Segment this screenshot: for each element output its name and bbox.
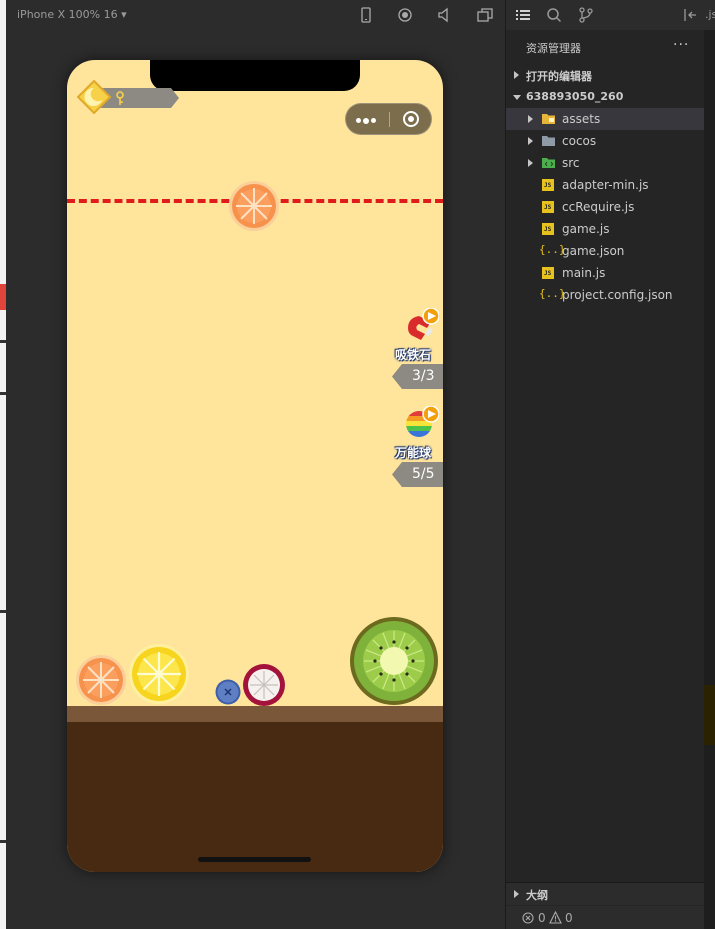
tree-item-label: ccRequire.js — [562, 200, 635, 214]
mangosteen-fruit — [242, 663, 286, 707]
search-icon[interactable] — [546, 7, 562, 23]
home-indicator — [198, 857, 311, 862]
dropping-orange[interactable] — [228, 180, 280, 232]
source-control-icon[interactable] — [578, 7, 594, 23]
tree-item-label: src — [562, 156, 580, 170]
tree-item-label: adapter-min.js — [562, 178, 649, 192]
tree-item-game-js[interactable]: JS game.js — [506, 218, 706, 240]
powerup-count: 3/3 — [412, 368, 435, 384]
tree-item-project-config-json[interactable]: {..} project.config.json — [506, 284, 706, 306]
open-editors-section[interactable]: 打开的编辑器 — [506, 64, 711, 86]
chevron-right-icon — [528, 115, 533, 123]
error-count[interactable]: 0 — [538, 911, 546, 925]
folder-icon — [542, 114, 555, 124]
powerup-count: 5/5 — [412, 466, 435, 482]
section-label: 打开的编辑器 — [526, 70, 592, 83]
powerup-count-badge: 5/5 — [392, 462, 443, 487]
blueberry-fruit — [215, 679, 241, 705]
tree-item-cocos[interactable]: cocos — [506, 130, 706, 152]
magnet-icon — [408, 308, 439, 340]
level-badge[interactable] — [76, 79, 181, 115]
lemon-fruit — [128, 643, 190, 705]
section-label: 638893050_260 — [526, 90, 624, 103]
rainbow-ball-icon — [406, 406, 439, 437]
orange-fruit — [75, 654, 127, 706]
js-file-icon: JS — [542, 179, 554, 191]
powerup-count-badge: 3/3 — [392, 364, 443, 389]
record-icon[interactable] — [396, 6, 414, 24]
folder-icon — [542, 136, 555, 146]
project-section[interactable]: 638893050_260 — [506, 86, 711, 108]
phone-screen[interactable]: 吸铁石 3/3 万能球 5/5 — [67, 60, 443, 872]
chevron-right-icon — [514, 71, 519, 79]
simulator-toolbar: iPhone X 100% 16 ▾ — [6, 0, 505, 30]
close-target-icon[interactable] — [403, 111, 419, 127]
source-folder-icon — [542, 158, 555, 168]
simulator-area: 吸铁石 3/3 万能球 5/5 — [6, 30, 505, 929]
tree-item-src[interactable]: src — [506, 152, 706, 174]
phone-notch — [150, 60, 360, 91]
editor-edge — [704, 30, 715, 929]
device-selector[interactable]: iPhone X 100% 16 ▾ — [17, 8, 127, 21]
tree-item-assets[interactable]: assets — [506, 108, 706, 130]
powerup-name: 万能球 — [395, 446, 432, 460]
tree-item-label: project.config.json — [562, 288, 673, 302]
explorer-panel: .js 资源管理器 ··· 打开的编辑器 638893050_260 asset… — [505, 0, 715, 929]
tree-item-ccrequire-js[interactable]: JS ccRequire.js — [506, 196, 706, 218]
mini-program-capsule — [345, 103, 432, 135]
more-actions-icon[interactable]: ··· — [673, 37, 689, 53]
tree-item-adapter-min-js[interactable]: JS adapter-min.js — [506, 174, 706, 196]
sound-icon[interactable] — [436, 6, 454, 24]
collapse-panel-icon[interactable] — [682, 7, 698, 23]
tree-item-label: game.js — [562, 222, 610, 236]
editor-tab-fragment[interactable]: .js — [705, 8, 715, 21]
tree-item-label: game.json — [562, 244, 625, 258]
warning-count[interactable]: 0 — [565, 911, 573, 925]
powerup-name: 吸铁石 — [395, 348, 432, 362]
chevron-right-icon — [528, 137, 533, 145]
chevron-down-icon — [513, 95, 521, 100]
js-file-icon: JS — [542, 223, 554, 235]
tree-item-game-json[interactable]: {..} game.json — [506, 240, 706, 262]
js-file-icon: JS — [542, 201, 554, 213]
ground — [67, 722, 443, 872]
js-file-icon: JS — [542, 267, 554, 279]
outline-section[interactable]: 大纲 — [506, 882, 705, 905]
tree-item-main-js[interactable]: JS main.js — [506, 262, 706, 284]
section-label: 大纲 — [526, 889, 548, 902]
ground-edge — [67, 706, 443, 722]
chevron-right-icon — [528, 159, 533, 167]
error-icon[interactable] — [522, 912, 534, 924]
chevron-right-icon — [514, 890, 519, 898]
window-icon[interactable] — [476, 6, 494, 24]
activity-bar: .js — [506, 0, 715, 30]
phone-icon[interactable] — [357, 6, 375, 24]
tree-item-label: assets — [562, 112, 601, 126]
explorer-title: 资源管理器 — [526, 42, 581, 55]
tree-item-label: cocos — [562, 134, 597, 148]
kiwi-fruit — [349, 616, 439, 706]
tree-item-label: main.js — [562, 266, 606, 280]
list-icon[interactable] — [515, 7, 531, 23]
status-bar: 0 0 — [506, 906, 705, 929]
warning-icon[interactable] — [549, 911, 562, 924]
